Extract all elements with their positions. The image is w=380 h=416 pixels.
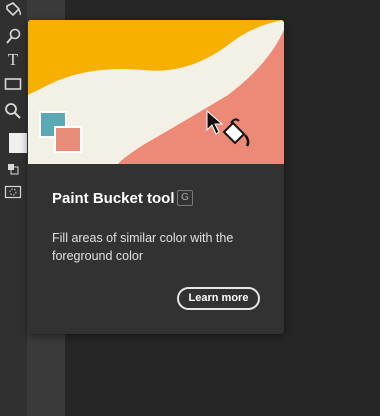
dodge-icon [6,28,21,44]
zoom-icon [5,103,21,119]
shortcut-badge: G [177,190,193,206]
rectangle-icon [4,78,22,90]
default-colors-button[interactable] [7,162,21,175]
quick-mask-button[interactable] [4,185,22,199]
paint-bucket-illustration [28,20,284,164]
type-tool-button[interactable]: T [3,50,23,70]
paint-bucket-tool-button[interactable] [3,0,23,20]
quick-mask-icon [4,185,22,199]
learn-more-button[interactable]: Learn more [177,287,260,310]
tooltip-title: Paint Bucket tool [52,190,175,207]
tools-panel: T [0,0,29,416]
rich-tooltip: Paint Bucket tool G Fill areas of simila… [28,20,284,334]
default-colors-icon [8,164,19,175]
dodge-tool-button[interactable] [3,27,23,47]
paint-bucket-icon [6,2,22,17]
rectangle-tool-button[interactable] [3,74,23,94]
zoom-tool-button[interactable] [3,101,23,121]
tooltip-description: Fill areas of similar color with the for… [52,231,234,263]
type-icon: T [7,50,19,69]
